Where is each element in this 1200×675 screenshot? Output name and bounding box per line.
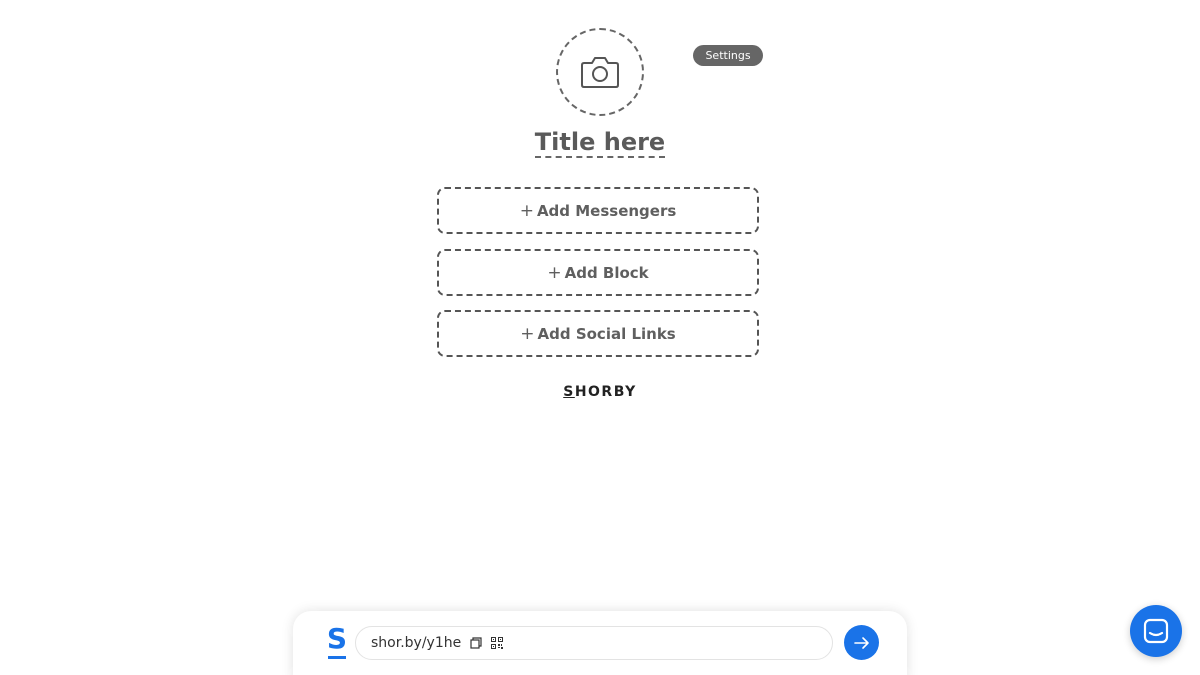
camera-icon [581,57,619,88]
plus-icon: + [520,323,535,344]
short-url-field[interactable]: shor.by/y1he [355,626,833,660]
short-url-text[interactable]: shor.by/y1he [371,635,461,651]
qr-code-icon[interactable] [491,637,504,649]
add-social-links-button[interactable]: + Add Social Links [437,310,759,357]
chat-icon [1143,618,1169,644]
title-text[interactable]: Title here [534,128,666,158]
logo-underline [328,656,346,659]
brand-logo[interactable]: SHORBY [0,384,1200,400]
add-block-label: Add Block [564,263,649,282]
chat-launcher-button[interactable] [1130,605,1182,657]
brand-first-letter: S [563,384,575,400]
add-block-button[interactable]: + Add Block [437,249,759,296]
shorby-logo-icon[interactable]: S [326,625,348,659]
copy-icon[interactable] [470,637,482,649]
add-social-links-label: Add Social Links [537,324,676,343]
add-messengers-label: Add Messengers [536,201,677,220]
page: Settings Title here + Add Messengers + A… [0,0,1200,675]
plus-icon: + [519,200,534,221]
settings-button[interactable]: Settings [693,45,763,66]
avatar-upload[interactable] [556,28,644,116]
arrow-right-icon [853,636,869,649]
logo-letter: S [326,622,348,655]
page-title: Title here [0,128,1200,158]
brand-rest: HORBY [574,384,637,400]
bottom-bar: S shor.by/y1he [293,611,907,675]
add-messengers-button[interactable]: + Add Messengers [437,187,759,234]
plus-icon: + [547,262,562,283]
go-button[interactable] [844,625,879,660]
